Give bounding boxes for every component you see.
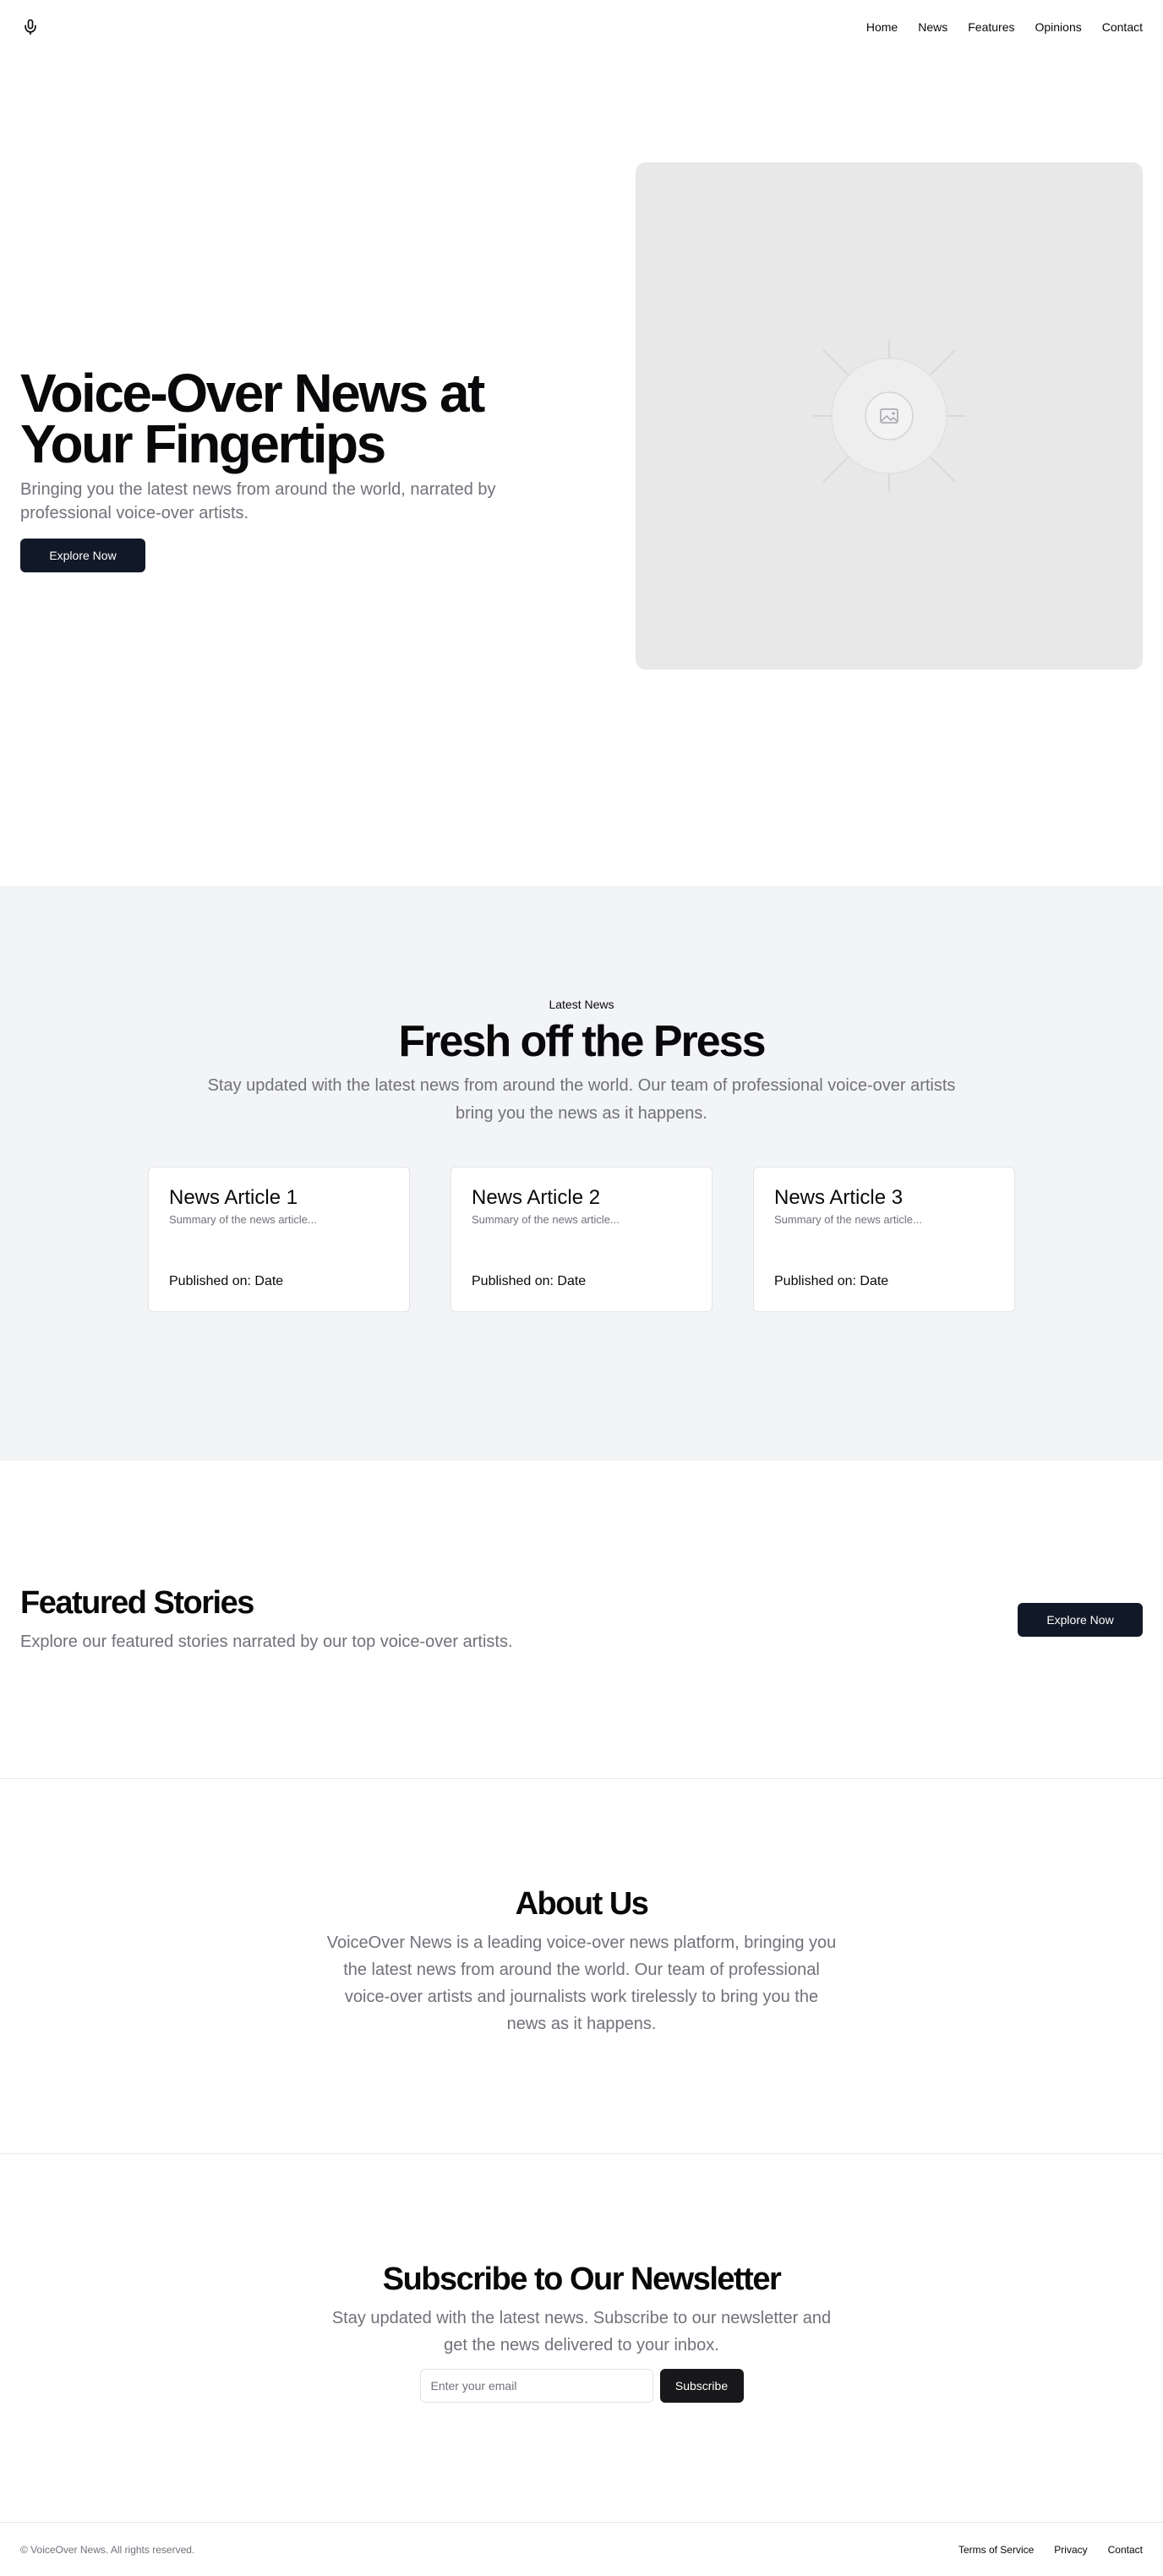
hero-subtitle: Bringing you the latest news from around… [20,480,496,522]
nav-contact[interactable]: Contact [1102,20,1143,34]
nav-home[interactable]: Home [866,20,898,34]
copyright-text: © VoiceOver News. All rights reserved. [20,2543,195,2556]
microphone-icon[interactable] [20,17,41,37]
news-card-summary: Summary of the news article... [169,1213,317,1226]
latest-subtitle: Stay updated with the latest news from a… [207,1076,956,1123]
newsletter-section: Subscribe to Our Newsletter Stay updated… [0,2154,1163,2522]
nav-opinions[interactable]: Opinions [1035,20,1081,34]
nav-news[interactable]: News [918,20,947,34]
latest-news-section: Latest News Fresh off the Press Stay upd… [0,886,1163,1461]
email-input[interactable] [419,2369,653,2403]
featured-subtitle: Explore our featured stories narrated by… [20,1632,513,1651]
hero-title: Voice-Over News at Your Fingertips [20,363,485,474]
footer-link-privacy[interactable]: Privacy [1054,2544,1087,2556]
site-header: Home News Features Opinions Contact [0,0,1163,54]
latest-eyebrow: Latest News [549,998,614,1011]
main-nav: Home News Features Opinions Contact [866,20,1143,34]
nav-features[interactable]: Features [968,20,1014,34]
news-card[interactable]: News Article 1 Summary of the news artic… [148,1167,410,1312]
newsletter-subtitle: Stay updated with the latest news. Subsc… [331,2309,832,2354]
about-title: About Us [515,1886,649,1922]
about-text: VoiceOver News is a leading voice-over n… [326,1933,837,2033]
hero-explore-button[interactable]: Explore Now [20,539,145,572]
news-card[interactable]: News Article 2 Summary of the news artic… [450,1167,713,1312]
subscribe-form: Subscribe [0,2369,1163,2403]
news-card-title: News Article 2 [472,1186,601,1209]
hero-image-placeholder [636,162,1143,670]
news-card-date: Published on: Date [774,1274,889,1288]
subscribe-button[interactable]: Subscribe [659,2369,744,2403]
featured-explore-button[interactable]: Explore Now [1018,1602,1143,1637]
hero-section: Voice-Over News at Your Fingertips Bring… [0,54,1163,886]
image-placeholder-icon [813,340,965,492]
footer-link-terms[interactable]: Terms of Service [958,2544,1034,2556]
featured-content: Featured Stories Explore our featured st… [20,1584,527,1655]
news-card-title: News Article 1 [169,1186,298,1209]
hero-content: Voice-Over News at Your Fingertips Bring… [20,363,595,572]
news-card-date: Published on: Date [169,1274,284,1288]
featured-section: Featured Stories Explore our featured st… [0,1461,1163,1779]
featured-title: Featured Stories [20,1584,254,1621]
footer-link-contact[interactable]: Contact [1108,2544,1143,2556]
newsletter-title: Subscribe to Our Newsletter [382,2262,782,2297]
footer-nav: Terms of Service Privacy Contact [958,2544,1143,2556]
site-footer: © VoiceOver News. All rights reserved. T… [0,2522,1163,2576]
news-card-title: News Article 3 [774,1186,904,1209]
news-card[interactable]: News Article 3 Summary of the news artic… [753,1167,1015,1312]
news-card-date: Published on: Date [472,1274,587,1288]
about-section: About Us VoiceOver News is a leading voi… [0,1779,1163,2154]
news-card-summary: Summary of the news article... [774,1213,922,1226]
news-card-summary: Summary of the news article... [472,1213,620,1226]
news-card-list: News Article 1 Summary of the news artic… [0,1167,1163,1312]
latest-title: Fresh off the Press [398,1017,766,1066]
